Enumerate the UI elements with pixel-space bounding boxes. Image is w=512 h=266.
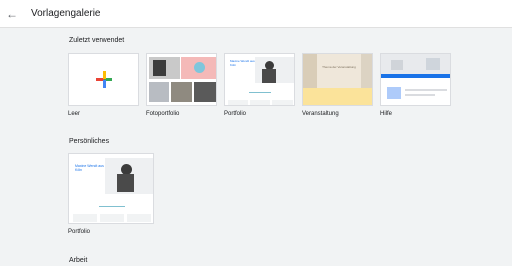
event-band [303, 88, 372, 105]
help-blue-bar [381, 74, 450, 78]
template-event[interactable]: Thema der Veranstaltung [302, 53, 373, 106]
page-title: Vorlagengalerie [31, 8, 101, 19]
card [100, 214, 124, 222]
event-header-image [303, 54, 317, 88]
section-recent-title: Zuletzt verwendet [69, 37, 125, 44]
help-text-line [405, 89, 447, 91]
event-header-image [361, 54, 372, 88]
card [272, 100, 293, 105]
template-portfolio-personal-label: Portfolio [68, 229, 91, 235]
card [127, 214, 151, 222]
event-heading-preview: Thema der Veranstaltung [322, 65, 356, 69]
back-arrow-icon[interactable]: ← [4, 6, 20, 22]
help-header-image [391, 60, 403, 70]
template-help-label: Hilfe [380, 111, 393, 117]
person-body [117, 174, 134, 192]
help-header-image [426, 58, 440, 70]
plus-icon-bottom [103, 80, 106, 88]
divider [99, 206, 125, 207]
section-work-title: Arbeit [69, 257, 88, 264]
template-blank[interactable] [68, 53, 139, 106]
plus-icon-top [103, 71, 106, 79]
template-portfolio-personal[interactable]: Maxine Wendt aus Köln [68, 153, 154, 224]
help-text-line [405, 94, 435, 96]
photo-image [194, 82, 216, 102]
divider [249, 92, 271, 93]
top-bar: ← Vorlagengalerie [0, 0, 512, 28]
portfolio-heading-preview: Maxine Wendt aus Köln [230, 59, 255, 67]
template-portfolio[interactable]: Maxine Wendt aus Köln [224, 53, 295, 106]
portfolio-heading-preview: Maxine Wendt aus Köln [75, 164, 104, 172]
card [73, 214, 97, 222]
template-photo-portfolio-label: Fotoportfolio [146, 111, 180, 117]
help-icon-box [387, 87, 401, 99]
section-personal-title: Persönliches [69, 138, 110, 145]
card [250, 100, 270, 105]
photo-image [194, 62, 205, 73]
template-photo-portfolio[interactable] [146, 53, 217, 106]
photo-image [153, 60, 166, 76]
person-body [262, 69, 276, 83]
template-help[interactable] [380, 53, 451, 106]
photo-image [171, 82, 192, 102]
card [228, 100, 248, 105]
template-portfolio-label: Portfolio [224, 111, 247, 117]
photo-image [149, 82, 169, 102]
template-event-label: Veranstaltung [302, 111, 339, 117]
template-blank-label: Leer [68, 111, 81, 117]
